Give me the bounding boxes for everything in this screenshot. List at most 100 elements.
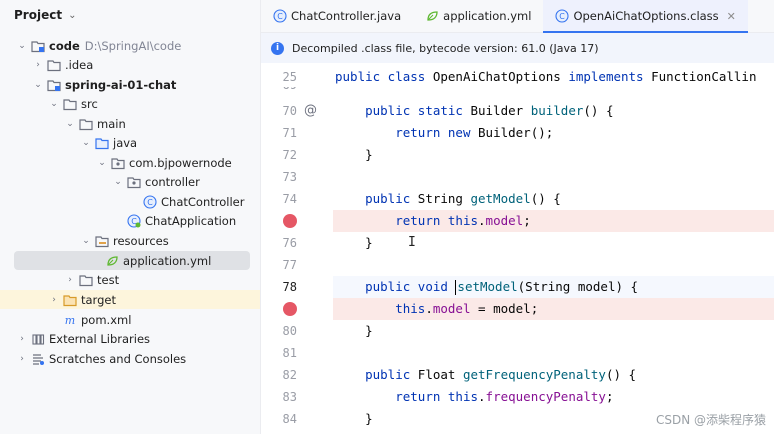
- tree-item-chat-controller[interactable]: C ChatController: [6, 192, 250, 211]
- tree-item-module[interactable]: ⌄ spring-ai-01-chat: [6, 75, 250, 94]
- line-number: 83: [282, 390, 297, 404]
- code-editor[interactable]: 25 public class OpenAiChatOptions implem…: [261, 63, 774, 434]
- line-number: 71: [282, 126, 297, 140]
- banner-text: Decompiled .class file, bytecode version…: [292, 41, 599, 55]
- tree-label: resources: [113, 233, 169, 248]
- breakpoint-icon[interactable]: [283, 302, 297, 316]
- code-line-current: 78 public void setModel(String model) {: [261, 276, 774, 298]
- tab-label: ChatController.java: [291, 9, 402, 23]
- tree-label: test: [97, 272, 120, 287]
- tree-label: com.bjpowernode: [129, 155, 232, 170]
- project-title: Project: [14, 8, 63, 22]
- project-panel: Project ⌄ ⌄ code D:\SpringAI\code › .ide…: [0, 0, 261, 434]
- folder-icon: [79, 117, 93, 131]
- breakpoint-icon[interactable]: [283, 214, 297, 228]
- info-icon: i: [271, 41, 284, 55]
- gutter: [261, 210, 333, 232]
- watermark: CSDN @添柴程序猿: [655, 413, 766, 427]
- chevron-right-icon[interactable]: ›: [48, 295, 60, 305]
- chevron-down-icon[interactable]: ⌄: [16, 41, 28, 51]
- code-line: 76 }: [261, 232, 774, 254]
- chevron-down-icon[interactable]: ⌄: [80, 138, 92, 148]
- code-text: this.model = model;: [395, 301, 539, 316]
- svg-text:C: C: [560, 12, 566, 21]
- line-number: 78: [282, 280, 297, 294]
- partial-line: 69: [261, 87, 774, 94]
- tree-item-controller[interactable]: ⌄ controller: [6, 172, 250, 191]
- module-folder-icon: [47, 78, 61, 92]
- chevron-down-icon[interactable]: ⌄: [68, 10, 76, 21]
- class-icon: C: [555, 9, 569, 23]
- tree-item-pom[interactable]: m pom.xml: [6, 310, 250, 329]
- tree-item-test[interactable]: › test: [6, 270, 250, 289]
- tree-label: Scratches and Consoles: [49, 351, 187, 366]
- chevron-down-icon[interactable]: ⌄: [48, 99, 60, 109]
- tree-label: java: [113, 135, 138, 150]
- tree-item-target[interactable]: › target: [0, 290, 260, 309]
- chevron-down-icon[interactable]: ⌄: [96, 158, 108, 168]
- tree-item-main[interactable]: ⌄ main: [6, 114, 250, 133]
- code-line: 70 @ public static Builder builder() {: [261, 100, 774, 122]
- line-number: 25: [282, 70, 297, 84]
- gutter: [261, 298, 333, 320]
- svg-text:C: C: [277, 12, 283, 21]
- yaml-file-icon: [425, 9, 439, 23]
- tree-item-external-libraries[interactable]: › External Libraries: [6, 329, 250, 348]
- tree-item-scratches[interactable]: › Scratches and Consoles: [6, 349, 250, 368]
- tree-label: src: [81, 96, 98, 111]
- line-number: 82: [282, 368, 297, 382]
- chevron-right-icon[interactable]: ›: [64, 275, 76, 285]
- svg-text:m: m: [65, 314, 75, 327]
- decompiled-banner: i Decompiled .class file, bytecode versi…: [261, 33, 774, 63]
- tree-label: controller: [145, 174, 200, 189]
- chevron-right-icon[interactable]: ›: [16, 354, 28, 364]
- chevron-down-icon[interactable]: ⌄: [32, 80, 44, 90]
- tree-label: pom.xml: [81, 312, 132, 327]
- editor-tabs: C ChatController.java application.yml C …: [261, 0, 774, 33]
- tree-item-application-yml[interactable]: application.yml: [14, 251, 250, 270]
- chevron-down-icon[interactable]: ⌄: [80, 236, 92, 246]
- tab-openai-chat-options[interactable]: C OpenAiChatOptions.class ✕: [543, 0, 749, 33]
- code-line: 82 public Float getFrequencyPenalty() {: [261, 364, 774, 386]
- code-line: 74 public String getModel() {: [261, 188, 774, 210]
- tree-label: External Libraries: [49, 331, 151, 346]
- chevron-right-icon[interactable]: ›: [32, 60, 44, 70]
- tree-item-code[interactable]: ⌄ code D:\SpringAI\code: [6, 36, 250, 55]
- code-line-breakpoint: return this.model;: [261, 210, 774, 232]
- tree-item-java[interactable]: ⌄ java: [6, 133, 250, 152]
- tree-item-chat-application[interactable]: C ChatApplication: [6, 211, 250, 230]
- line-number: 76: [282, 236, 297, 250]
- tab-chat-controller[interactable]: C ChatController.java: [261, 0, 413, 32]
- tree-path: D:\SpringAI\code: [84, 38, 182, 53]
- mouse-ibeam-cursor: I: [408, 235, 416, 250]
- library-icon: [31, 332, 45, 346]
- code-text: public static Builder builder() {: [365, 103, 614, 118]
- chevron-down-icon[interactable]: ⌄: [64, 119, 76, 129]
- line-number: 72: [282, 148, 297, 162]
- code-line: 73: [261, 166, 774, 188]
- close-icon[interactable]: ✕: [727, 10, 736, 23]
- project-header[interactable]: Project ⌄: [0, 0, 260, 30]
- tree-item-src[interactable]: ⌄ src: [6, 94, 250, 113]
- chevron-right-icon[interactable]: ›: [16, 334, 28, 344]
- tree-label: target: [81, 292, 116, 307]
- spring-class-icon: C: [127, 213, 141, 228]
- class-icon: C: [143, 194, 157, 209]
- tree-label: spring-ai-01-chat: [65, 77, 177, 92]
- tab-application-yml[interactable]: application.yml: [413, 0, 543, 32]
- line-number: 77: [282, 258, 297, 272]
- chevron-down-icon[interactable]: ⌄: [112, 177, 124, 187]
- tree-item-idea[interactable]: › .idea: [6, 55, 250, 74]
- code-line: 83 return this.frequencyPenalty;: [261, 386, 774, 408]
- tree-item-resources[interactable]: ⌄ resources: [6, 231, 250, 250]
- tree-item-package[interactable]: ⌄ com.bjpowernode: [6, 153, 250, 172]
- source-folder-icon: [95, 136, 109, 150]
- override-gutter-icon[interactable]: @: [304, 103, 317, 118]
- scratches-icon: [31, 352, 45, 366]
- module-folder-icon: [31, 39, 45, 53]
- code-text: return this.model;: [395, 213, 531, 228]
- code-line: 80 }: [261, 320, 774, 342]
- code-line: 71 return new Builder();: [261, 122, 774, 144]
- sticky-line: 25 public class OpenAiChatOptions implem…: [261, 66, 774, 88]
- tree-label: application.yml: [123, 253, 212, 268]
